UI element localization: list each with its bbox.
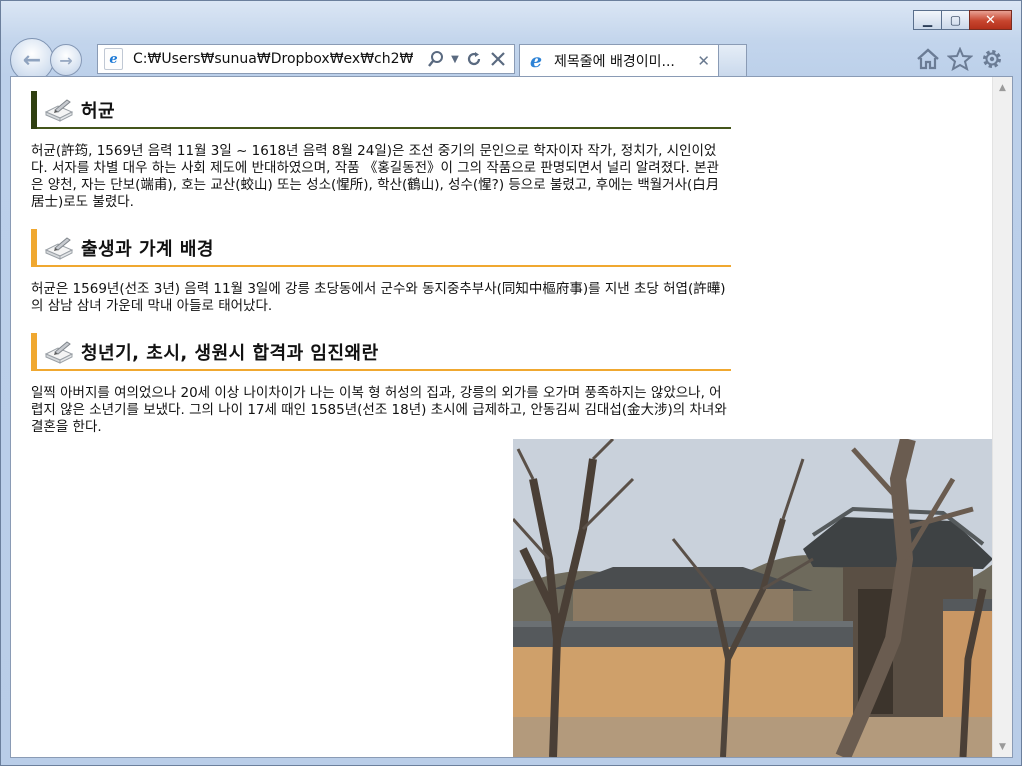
new-tab-button[interactable]: [719, 44, 747, 76]
close-button[interactable]: ✕: [969, 10, 1012, 30]
browser-window: ▁ ▢ ✕ ← → e C:₩Users₩sunua₩Dropbox₩ex₩ch…: [0, 0, 1022, 766]
address-bar[interactable]: e C:₩Users₩sunua₩Dropbox₩ex₩ch2₩res· ▼: [97, 44, 515, 74]
browser-tab[interactable]: e 제목줄에 배경이미... ✕: [519, 44, 719, 76]
gear-icon[interactable]: [977, 44, 1007, 74]
section-title: 출생과 가계 배경: [81, 239, 214, 260]
window-caption-buttons: ▁ ▢ ✕: [913, 10, 1012, 30]
right-toolbar: [911, 44, 1007, 74]
section-paragraph: 허균은 1569년(선조 3년) 음력 11월 3일에 강릉 초당동에서 군수와…: [31, 281, 726, 314]
book-pencil-icon: [44, 237, 74, 260]
maximize-button[interactable]: ▢: [941, 10, 970, 30]
address-tools: ▼: [422, 49, 508, 69]
page-icon: e: [104, 48, 123, 70]
section-paragraph: 일찍 아버지를 여의었으나 20세 이상 나이차이가 나는 이복 형 허성의 집…: [31, 385, 727, 435]
book-pencil-icon: [44, 99, 74, 122]
refresh-icon[interactable]: [464, 49, 484, 69]
section-title: 청년기, 초시, 생원시 합격과 임진왜란: [81, 343, 379, 364]
forward-button[interactable]: →: [50, 44, 82, 76]
search-icon[interactable]: [426, 49, 446, 69]
vertical-scrollbar[interactable]: ▲ ▼: [992, 77, 1012, 757]
section-heading: 허균: [31, 91, 731, 129]
page-viewport: 허균 허균(許筠, 1569년 음력 11월 3일 ~ 1618년 음력 8월 …: [10, 76, 1013, 758]
section-heading: 청년기, 초시, 생원시 합격과 임진왜란: [31, 333, 731, 371]
section-title: 허균: [81, 101, 116, 122]
section-paragraph: 허균(許筠, 1569년 음력 11월 3일 ~ 1618년 음력 8월 24일…: [31, 143, 720, 210]
tab-title: 제목줄에 배경이미...: [554, 53, 675, 70]
scroll-up-icon[interactable]: ▲: [993, 79, 1012, 96]
stop-icon[interactable]: [488, 49, 508, 69]
hanok-photo: [513, 439, 993, 757]
ie-logo-icon: e: [529, 49, 543, 72]
dropdown-arrow-icon[interactable]: ▼: [450, 49, 460, 69]
home-icon[interactable]: [913, 44, 943, 74]
book-pencil-icon: [44, 341, 74, 364]
section-heading: 출생과 가계 배경: [31, 229, 731, 267]
article: 허균 허균(許筠, 1569년 음력 11월 3일 ~ 1618년 음력 8월 …: [31, 91, 731, 454]
address-url[interactable]: C:₩Users₩sunua₩Dropbox₩ex₩ch2₩res·: [133, 51, 413, 67]
star-icon[interactable]: [945, 44, 975, 74]
scroll-down-icon[interactable]: ▼: [993, 738, 1012, 755]
minimize-button[interactable]: ▁: [913, 10, 942, 30]
tab-close-icon[interactable]: ✕: [697, 52, 710, 70]
